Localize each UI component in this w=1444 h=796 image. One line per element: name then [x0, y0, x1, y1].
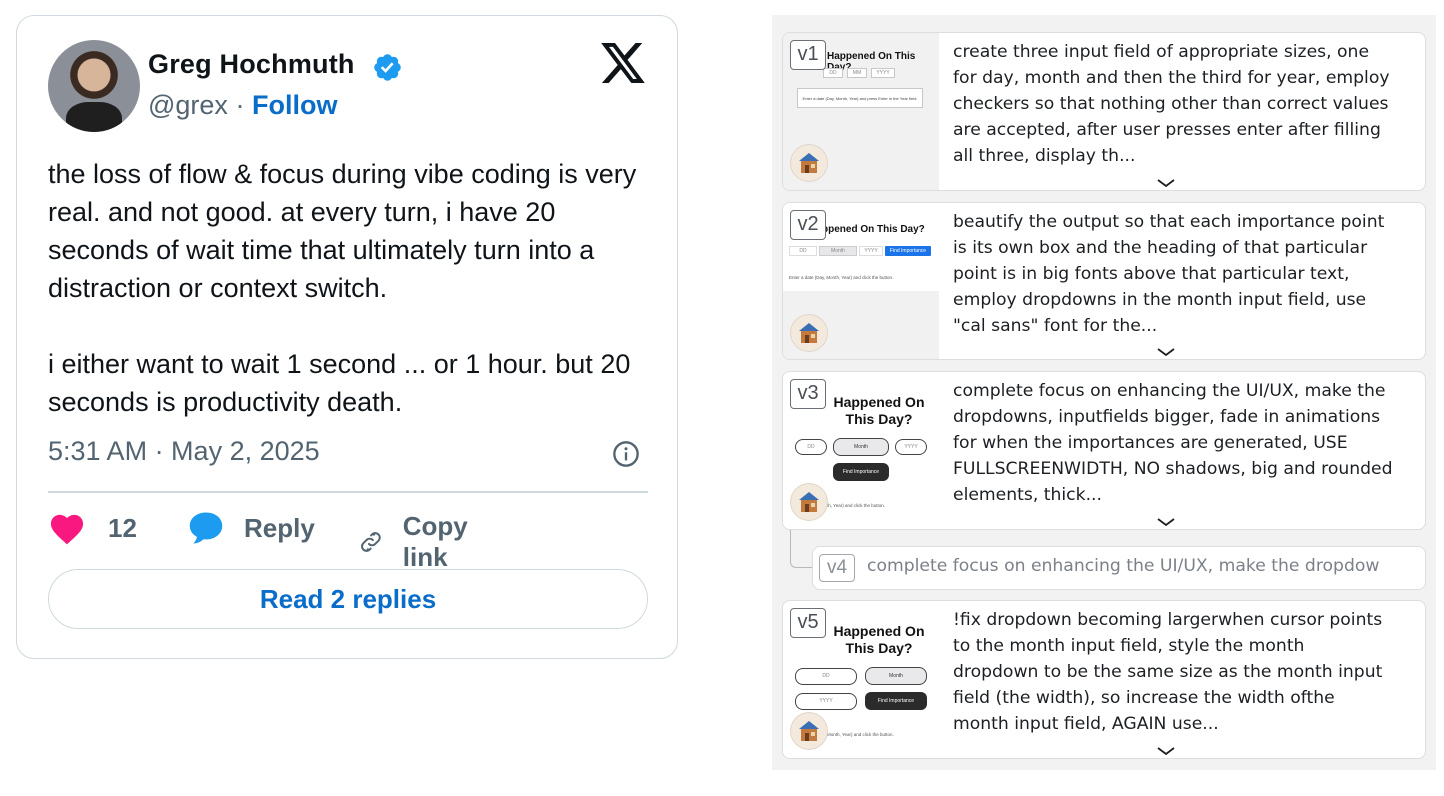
version-badge: v2	[790, 210, 826, 240]
info-icon[interactable]	[612, 440, 640, 468]
thumb-field: DD	[789, 246, 817, 256]
thumb-field: YYYY	[871, 68, 895, 78]
copy-link-label: Copy link	[402, 511, 468, 572]
project-avatar	[791, 145, 827, 181]
version-card-v5[interactable]: v5 Happened On This Day? DD Month YYYY F…	[782, 600, 1426, 759]
chevron-down-icon[interactable]	[1156, 746, 1176, 756]
chevron-down-icon[interactable]	[1156, 178, 1176, 188]
thumb-button: Find Importance	[865, 692, 927, 710]
house-icon	[799, 721, 819, 741]
house-icon	[799, 153, 819, 173]
thumb-note: Enter a date (Day, Month, Year) and clic…	[789, 275, 894, 280]
display-name[interactable]: Greg Hochmuth	[148, 49, 355, 80]
version-prompt-text: complete focus on enhancing the UI/UX, m…	[867, 556, 1380, 576]
follow-link[interactable]: Follow	[252, 90, 337, 120]
thumb-field: Month	[819, 246, 857, 256]
thumb-button: Find Importance	[885, 246, 931, 256]
house-icon	[799, 323, 819, 343]
tweet-card: Greg Hochmuth @grex · Follow the loss of…	[16, 15, 678, 659]
handle-line: @grex · Follow	[148, 90, 337, 121]
house-icon	[799, 492, 819, 512]
thumb-field: DD	[795, 668, 857, 685]
thumb-note: th, Year) and click the button.	[827, 503, 886, 508]
heart-icon	[50, 514, 84, 545]
timestamp[interactable]: 5:31 AM · May 2, 2025	[48, 436, 320, 467]
project-avatar	[791, 315, 827, 351]
thumb-title: ppened On This Day?	[822, 224, 925, 235]
thumb-field: YYYY	[795, 693, 857, 710]
divider	[48, 491, 648, 493]
version-card-v3[interactable]: v3 Happened On This Day? DD Month YYYY F…	[782, 371, 1426, 530]
tweet-paragraph: i either want to wait 1 second ... or 1 …	[48, 349, 631, 417]
thumb-title: Happened On This Day?	[833, 623, 925, 656]
tweet-text: the loss of flow & focus during vibe cod…	[48, 155, 648, 421]
thumb-field: Month	[833, 438, 889, 456]
thumb-title: Happened On This Day?	[833, 394, 925, 427]
thumb-field: YYYY	[895, 439, 927, 455]
thumb-field: DD	[823, 68, 843, 78]
version-history-panel: v1 Happened On This Day? DD MM YYYY Ente…	[772, 15, 1436, 770]
project-avatar	[791, 713, 827, 749]
version-badge: v5	[790, 608, 826, 638]
handle[interactable]: @grex	[148, 90, 228, 120]
copy-link-button[interactable]: Copy link	[359, 511, 480, 573]
version-card-v1[interactable]: v1 Happened On This Day? DD MM YYYY Ente…	[782, 32, 1426, 191]
version-prompt-text: complete focus on enhancing the UI/UX, m…	[953, 381, 1393, 505]
version-thumbnail[interactable]: v5 Happened On This Day? DD Month YYYY F…	[783, 601, 939, 758]
reply-button[interactable]: Reply	[187, 511, 315, 545]
version-badge: v1	[790, 40, 826, 70]
branch-connector	[790, 530, 813, 568]
version-badge: v4	[819, 554, 855, 582]
version-prompt-text: create three input field of appropriate …	[953, 42, 1390, 166]
thumb-button: Find Importance	[833, 463, 889, 481]
tweet-paragraph: the loss of flow & focus during vibe cod…	[48, 159, 637, 303]
avatar[interactable]	[48, 40, 140, 132]
like-button[interactable]: 12	[48, 511, 137, 545]
verified-badge-icon	[374, 54, 401, 81]
thumb-field: DD	[795, 439, 827, 455]
thumb-note: Month, Year) and click the button.	[827, 732, 894, 737]
version-card-v2[interactable]: v2 ppened On This Day? DD Month YYYY Fin…	[782, 202, 1426, 360]
thumb-field: YYYY	[859, 246, 883, 256]
x-logo-icon[interactable]	[601, 43, 645, 83]
project-avatar	[791, 484, 827, 520]
thumb-field: MM	[847, 68, 867, 78]
reply-label: Reply	[244, 512, 315, 543]
version-thumbnail[interactable]: v1 Happened On This Day? DD MM YYYY Ente…	[783, 33, 939, 190]
version-thumbnail[interactable]: v3 Happened On This Day? DD Month YYYY F…	[783, 372, 939, 529]
version-thumbnail[interactable]: v2 ppened On This Day? DD Month YYYY Fin…	[783, 203, 939, 359]
version-badge: v3	[790, 379, 826, 409]
chevron-down-icon[interactable]	[1156, 347, 1176, 357]
version-prompt-text: !fix dropdown becoming largerwhen cursor…	[953, 610, 1383, 734]
link-icon	[361, 532, 381, 552]
thumb-field: Month	[865, 667, 927, 685]
chevron-down-icon[interactable]	[1156, 517, 1176, 527]
version-card-v4[interactable]: v4 complete focus on enhancing the UI/UX…	[812, 546, 1426, 590]
reply-bubble-icon	[189, 512, 223, 544]
read-replies-button[interactable]: Read 2 replies	[48, 569, 648, 629]
version-prompt-text: beautify the output so that each importa…	[953, 212, 1385, 336]
like-count: 12	[108, 512, 137, 543]
thumb-note: Enter a date (Day, Month, Year) and pres…	[797, 88, 923, 108]
handle-separator: ·	[235, 90, 245, 120]
